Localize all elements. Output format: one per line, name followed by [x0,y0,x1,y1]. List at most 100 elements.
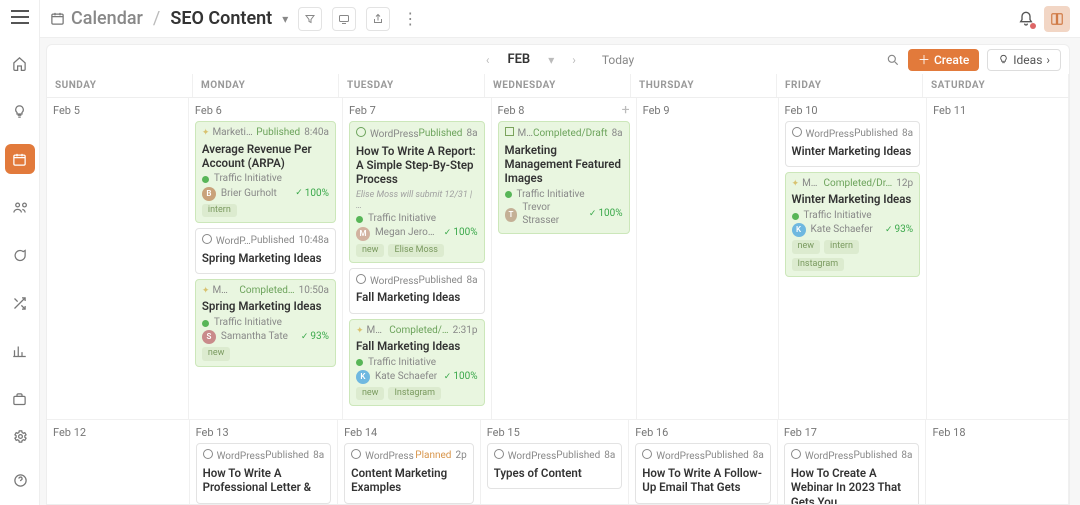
weekday-header: FRIDAY [777,74,923,97]
event-card[interactable]: WordPress Published8aHow To Write A Foll… [635,443,771,503]
event-assignee: KKate Schaefer100% [356,370,478,384]
initiative-dot-icon [202,320,209,327]
event-card[interactable]: WordPress Published8aHow To Create A Web… [784,443,920,504]
event-initiative: Traffic Initiative [792,210,914,223]
event-assignee: TTrevor Strasser100% [505,202,623,227]
initiative-dot-icon [356,216,363,223]
next-month-button[interactable]: › [568,53,580,67]
bell-icon[interactable] [1018,11,1034,27]
home-icon[interactable] [5,48,35,78]
tag: Instagram [792,258,845,271]
event-status: Completed/Dr… [824,178,893,191]
event-card[interactable]: WordPress Published8aWinter Marketing Id… [785,121,921,167]
event-card[interactable]: M… Completed/Dr…12pWinter Marketing Idea… [785,172,921,277]
today-button[interactable]: Today [602,53,634,67]
rail-icons [0,48,39,414]
month-dropdown-icon[interactable]: ▾ [544,53,558,67]
event-title: Spring Marketing Ideas [202,251,329,265]
chevron-down-icon[interactable]: ▾ [282,12,288,26]
prev-month-button[interactable]: ‹ [482,53,494,67]
event-progress: 100% [589,208,623,221]
event-title: Fall Marketing Ideas [356,290,478,304]
event-card[interactable]: WordPress Published8aFall Marketing Idea… [349,268,485,314]
event-status: Completed/Draft [533,128,608,141]
create-button[interactable]: ＋Create [908,49,979,71]
calendar-cell[interactable]: Feb 8+M… Completed/Draft8aMarketing Mana… [492,98,637,420]
calendar-cell[interactable]: Feb 5 [47,98,189,420]
event-status: Completed/… [389,325,448,338]
calendar-right-controls: ＋Create Ideas› [886,49,1061,71]
calendar-cell[interactable]: Feb 16WordPress Published8aHow To Write … [629,420,778,504]
event-title: How To Write A Report: A Simple Step-By-… [356,144,478,187]
hamburger-icon[interactable] [11,10,29,24]
avatar: S [202,330,216,344]
cell-date: Feb 13 [196,426,332,439]
left-rail [0,0,40,505]
calendar-cell[interactable]: Feb 14WordPress Planned2pContent Marketi… [338,420,481,504]
calendar-cell[interactable]: Feb 11 [927,98,1069,420]
tag: new [202,347,231,360]
cell-date: Feb 10 [785,104,921,117]
fold-icon: M… [505,127,533,141]
calendar-icon[interactable] [5,144,35,174]
crumb-current[interactable]: SEO Content [170,8,272,29]
wp-icon: WordPress [356,127,419,142]
tag: new [356,244,385,257]
event-card[interactable]: M… Completed…10:50aSpring Marketing Idea… [195,279,336,367]
chart-icon[interactable] [5,336,35,366]
event-card[interactable]: WordP… Published10:48aSpring Marketing I… [195,228,336,274]
add-event-icon[interactable]: + [622,102,630,118]
event-meta: WordPress Published8a [203,449,325,464]
event-title: Content Marketing Examples [351,466,467,495]
month-label[interactable]: FEB [507,52,530,67]
event-note: Elise Moss will submit 12/31 | … [356,190,478,213]
crumb-root[interactable]: Calendar [71,8,143,29]
calendar-cell[interactable]: Feb 7WordPress Published8aHow To Write A… [343,98,492,420]
search-icon[interactable] [886,53,900,67]
event-card[interactable]: Marketi… Published8:40aAverage Revenue P… [195,121,336,223]
display-button[interactable] [332,7,356,31]
calendar-cell[interactable]: Feb 17WordPress Published8aHow To Create… [778,420,927,504]
wp-icon: WordPress [494,449,557,464]
filter-button[interactable] [298,7,322,31]
event-tags: intern [202,204,329,217]
spark-icon: M… [356,325,382,338]
calendar-cell[interactable]: Feb 15WordPress Published8aTypes of Cont… [481,420,630,504]
help-icon[interactable] [5,465,35,495]
event-initiative: Traffic Initiative [202,173,329,186]
initiative-dot-icon [202,176,209,183]
event-time: 10:48a [299,235,329,248]
weekday-header: MONDAY [193,74,339,97]
wp-icon: WordPress [351,449,414,464]
more-icon[interactable]: ⋮ [402,9,418,28]
share-button[interactable] [366,7,390,31]
chat-icon[interactable] [5,240,35,270]
event-card[interactable]: WordPress Published8aHow To Write A Repo… [349,121,485,263]
event-card[interactable]: WordPress Published8aHow To Write A Prof… [196,443,332,503]
event-meta: M… Completed/Dr…12p [792,178,914,191]
shuffle-icon[interactable] [5,288,35,318]
book-icon[interactable] [1044,6,1070,32]
calendar-body: Feb 5Feb 6Marketi… Published8:40aAverage… [47,98,1069,504]
event-card[interactable]: M… Completed/Draft8aMarketing Management… [498,121,630,234]
tag: intern [824,240,859,253]
event-time: 8a [753,450,764,463]
calendar-cell[interactable]: Feb 6Marketi… Published8:40aAverage Reve… [189,98,343,420]
calendar-cell[interactable]: Feb 12 [47,420,190,504]
calendar-cell[interactable]: Feb 18 [926,420,1069,504]
calendar-cell[interactable]: Feb 13 WordPress Published8aHow To Write … [190,420,339,504]
gear-icon[interactable] [5,421,35,451]
calendar-cell[interactable]: Feb 10 WordPress Published8aWinter Market… [779,98,928,420]
calendar-nav: ‹ FEB ▾ › Today ＋Create Ideas› [46,44,1070,74]
bulb-icon[interactable] [5,96,35,126]
event-status: Completed… [239,285,294,298]
event-card[interactable]: WordPress Planned2pContent Marketing Exa… [344,443,474,503]
event-meta: WordPress Published8a [356,274,478,289]
briefcase-icon[interactable] [5,384,35,414]
calendar-header-row: SUNDAYMONDAYTUESDAYWEDNESDAYTHURSDAYFRID… [47,74,1069,98]
event-card[interactable]: M… Completed/…2:31pFall Marketing IdeasT… [349,319,485,407]
calendar-cell[interactable]: Feb 9 [637,98,779,420]
people-icon[interactable] [5,192,35,222]
event-card[interactable]: WordPress Published8aTypes of Content [487,443,623,489]
ideas-button[interactable]: Ideas› [987,49,1061,71]
